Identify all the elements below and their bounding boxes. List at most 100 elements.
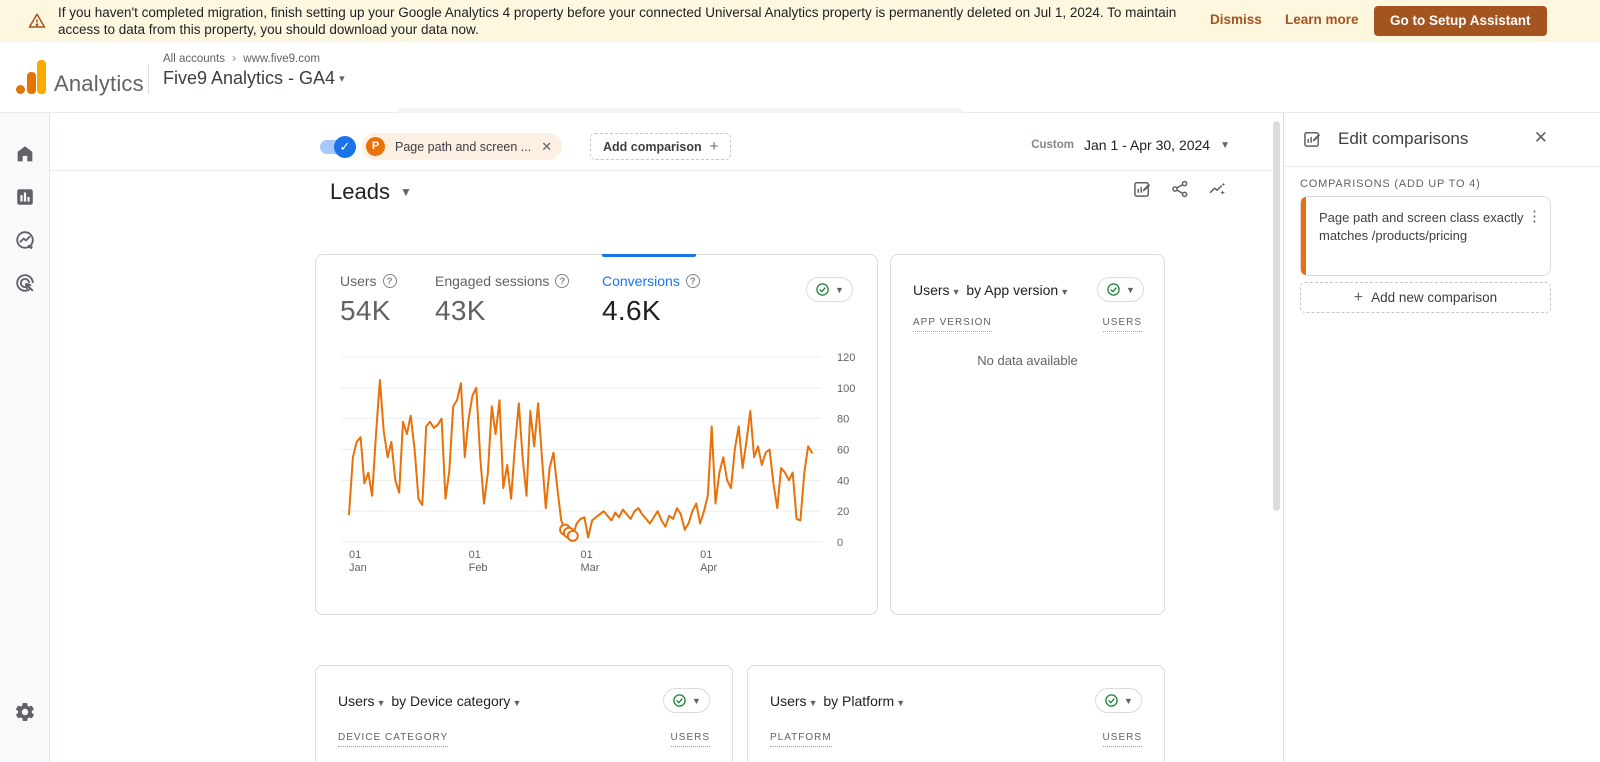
svg-text:Mar: Mar xyxy=(581,562,600,574)
column-header[interactable]: PLATFORM xyxy=(770,732,832,747)
metric-value: 4.6K xyxy=(602,295,661,326)
help-icon[interactable]: ? xyxy=(555,274,570,288)
toolbar-divider xyxy=(50,170,1272,171)
setup-assistant-button[interactable]: Go to Setup Assistant xyxy=(1374,6,1547,36)
sidebar-item-reports[interactable] xyxy=(14,186,36,208)
check-circle-icon xyxy=(1107,283,1120,296)
conversions-chart[interactable]: 02040608010012001Jan01Feb01Mar01Apr xyxy=(316,341,879,591)
card-metric-dropdown[interactable]: Users xyxy=(770,693,807,709)
card-title[interactable]: Users ▼ by App version ▼ xyxy=(913,282,1071,298)
card-dimension-dropdown[interactable]: by Device category xyxy=(391,693,510,709)
migration-banner: If you haven't completed migration, fini… xyxy=(0,0,1600,42)
column-header[interactable]: USERS xyxy=(670,732,710,747)
card-metric-dropdown[interactable]: Users xyxy=(338,693,375,709)
comparison-description: Page path and screen class exactly match… xyxy=(1319,210,1524,243)
column-header[interactable]: DEVICE CATEGORY xyxy=(338,732,449,747)
metric-tab-engaged-sessions[interactable]: Engaged sessions? 43K xyxy=(435,273,570,327)
chevron-down-icon: ▼ xyxy=(399,185,412,199)
data-quality-button[interactable]: ▼ xyxy=(1097,277,1144,302)
svg-text:120: 120 xyxy=(837,352,855,364)
breadcrumb[interactable]: All accounts › www.five9.com xyxy=(163,53,320,65)
add-comparison-label: Add comparison xyxy=(603,139,702,154)
sidebar-item-admin[interactable] xyxy=(14,701,36,723)
chevron-down-icon: ▼ xyxy=(835,284,844,295)
data-quality-button[interactable]: ▼ xyxy=(1095,688,1142,713)
share-icon[interactable] xyxy=(1170,179,1190,199)
help-icon[interactable]: ? xyxy=(685,274,700,288)
main-content: ✓ P Page path and screen ... ✕ Add compa… xyxy=(50,113,1272,762)
data-quality-button[interactable]: ▼ xyxy=(663,688,710,713)
metric-tab-conversions[interactable]: Conversions? 4.6K xyxy=(602,273,700,327)
check-circle-icon xyxy=(673,694,686,707)
svg-text:01: 01 xyxy=(469,549,481,561)
date-range-picker[interactable]: Custom Jan 1 - Apr 30, 2024 ▼ xyxy=(1031,137,1230,153)
chevron-down-icon: ▾ xyxy=(339,73,345,85)
sidebar-item-advertising[interactable] xyxy=(14,272,36,294)
close-icon[interactable]: ✕ xyxy=(1534,128,1548,148)
advertising-icon xyxy=(16,274,34,292)
card-dimension-dropdown[interactable]: by App version xyxy=(966,282,1058,298)
data-quality-button[interactable]: ▼ xyxy=(806,277,853,302)
help-icon[interactable]: ? xyxy=(382,274,397,288)
page-title: Leads xyxy=(330,179,390,204)
metric-value: 43K xyxy=(435,295,486,326)
more-options-icon[interactable]: ⋮ xyxy=(1527,207,1542,225)
metric-label: Engaged sessions xyxy=(435,273,550,289)
sidebar-item-explore[interactable] xyxy=(14,229,36,251)
learn-more-link[interactable]: Learn more xyxy=(1285,12,1359,27)
platform-card: Users ▼ by Platform ▼ ▼ PLATFORM USERS xyxy=(747,665,1165,762)
dismiss-button[interactable]: Dismiss xyxy=(1210,12,1262,27)
column-header[interactable]: USERS xyxy=(1102,732,1142,747)
panel-title: Edit comparisons xyxy=(1338,129,1469,148)
close-icon[interactable]: ✕ xyxy=(541,139,552,155)
edit-report-icon[interactable] xyxy=(1132,179,1152,199)
svg-text:01: 01 xyxy=(581,549,593,561)
chevron-down-icon: ▼ xyxy=(1126,284,1135,295)
svg-text:01: 01 xyxy=(700,549,712,561)
scrollbar-track[interactable] xyxy=(1272,113,1282,762)
property-name: Five9 Analytics - GA4 xyxy=(163,68,336,88)
check-icon: ✓ xyxy=(334,136,356,158)
edit-comparisons-icon xyxy=(1304,132,1321,147)
explore-icon xyxy=(16,231,34,250)
chevron-down-icon: ▼ xyxy=(951,287,961,297)
card-metric-dropdown[interactable]: Users xyxy=(913,282,950,298)
device-category-card: Users ▼ by Device category ▼ ▼ DEVICE CATE… xyxy=(315,665,733,762)
metric-label: Conversions xyxy=(602,273,680,289)
comparison-accent-bar xyxy=(1301,197,1306,275)
plus-icon: + xyxy=(1353,288,1364,306)
comparison-chip[interactable]: P Page path and screen ... ✕ xyxy=(362,133,563,160)
column-header[interactable]: APP VERSION xyxy=(913,317,992,332)
metric-label: Users xyxy=(340,273,377,289)
card-title[interactable]: Users ▼ by Platform ▼ xyxy=(770,693,907,709)
home-icon xyxy=(17,146,33,162)
empty-state-text: No data available xyxy=(977,353,1078,368)
overview-card: Users? 54K Engaged sessions? 43K Convers… xyxy=(315,254,878,615)
chevron-down-icon: ▼ xyxy=(376,698,386,708)
add-comparison-button[interactable]: Add comparison + xyxy=(590,133,732,160)
check-circle-icon xyxy=(816,283,829,296)
comparison-item[interactable]: Page path and screen class exactly match… xyxy=(1300,196,1551,276)
insights-icon[interactable] xyxy=(1208,179,1228,199)
add-new-comparison-button[interactable]: + Add new comparison xyxy=(1300,282,1551,313)
edit-comparisons-panel: Edit comparisons ✕ COMPARISONS (ADD UP T… xyxy=(1283,113,1600,762)
chevron-down-icon: ▼ xyxy=(692,695,701,706)
comparison-toggle[interactable]: ✓ xyxy=(318,136,356,158)
sidebar-item-home[interactable] xyxy=(14,143,36,165)
chevron-down-icon: ▼ xyxy=(1124,695,1133,706)
scrollbar-thumb[interactable] xyxy=(1273,121,1280,511)
svg-text:80: 80 xyxy=(837,414,849,426)
property-selector[interactable]: Five9 Analytics - GA4 ▾ xyxy=(163,68,345,89)
card-dimension-dropdown[interactable]: by Platform xyxy=(823,693,894,709)
card-title[interactable]: Users ▼ by Device category ▼ xyxy=(338,693,523,709)
product-name: Analytics xyxy=(54,71,144,96)
chevron-down-icon: ▼ xyxy=(1220,139,1230,151)
metric-tab-users[interactable]: Users? 54K xyxy=(340,273,397,327)
report-title-dropdown[interactable]: Leads ▼ xyxy=(330,179,412,205)
svg-text:Feb: Feb xyxy=(469,562,488,574)
breadcrumb-site[interactable]: www.five9.com xyxy=(243,53,320,65)
breadcrumb-accounts[interactable]: All accounts xyxy=(163,53,225,65)
column-header[interactable]: USERS xyxy=(1102,317,1142,332)
app-version-card: Users ▼ by App version ▼ ▼ APP VERSION USE… xyxy=(890,254,1165,615)
svg-text:Jan: Jan xyxy=(349,562,367,574)
